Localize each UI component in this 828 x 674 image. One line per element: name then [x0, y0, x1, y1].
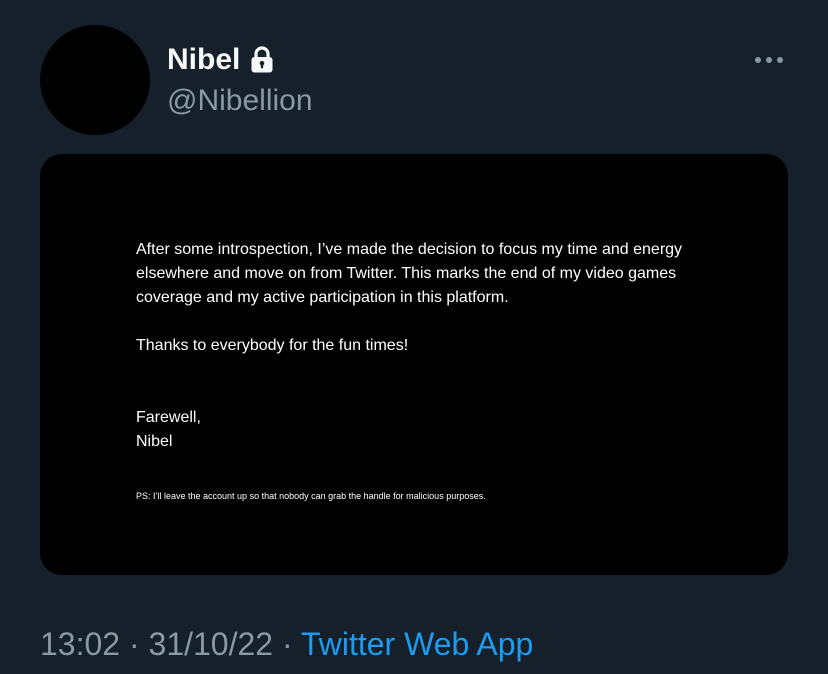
tweet-date[interactable]: 31/10/22 [149, 626, 274, 662]
tweet-metadata: 13:02 · 31/10/22 · Twitter Web App [40, 624, 533, 664]
postscript-line: PS: I’ll leave the account up so that no… [136, 491, 486, 501]
meta-separator: · [281, 626, 293, 662]
more-horizontal-icon [755, 57, 783, 63]
avatar[interactable] [40, 25, 150, 135]
tweet-time[interactable]: 13:02 [40, 626, 120, 662]
thanks-line: Thanks to everybody for the fun times! [136, 337, 409, 354]
author-name-row: Nibel [167, 40, 274, 80]
more-options-button[interactable] [748, 48, 790, 72]
user-handle[interactable]: @Nibellion [167, 82, 313, 120]
farewell-line: Farewell, [136, 409, 201, 426]
lock-icon [250, 46, 274, 74]
meta-separator: · [128, 626, 140, 662]
signature-line: Nibel [136, 433, 173, 450]
tweet-source-link[interactable]: Twitter Web App [301, 626, 533, 662]
tweet-media-image[interactable]: After some introspection, I’ve made the … [40, 154, 788, 575]
image-text: After some introspection, I’ve made the … [136, 238, 736, 502]
message-paragraph: After some introspection, I’ve made the … [136, 241, 683, 306]
display-name[interactable]: Nibel [167, 40, 240, 80]
